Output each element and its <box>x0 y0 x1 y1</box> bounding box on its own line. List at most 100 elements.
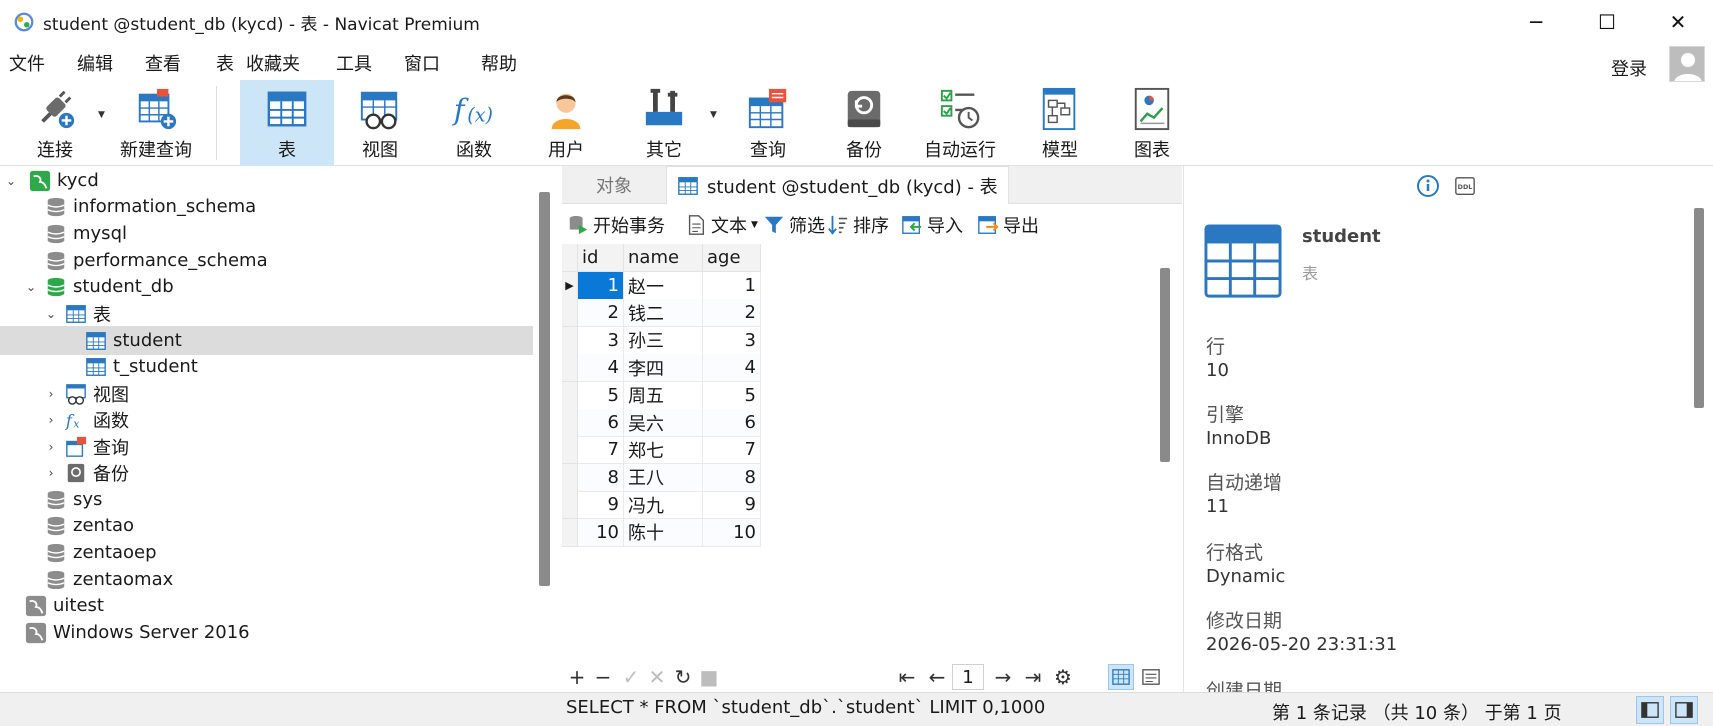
cell-age[interactable]: 9 <box>703 491 761 520</box>
backup-button[interactable]: 备份 <box>820 80 908 166</box>
cell-age[interactable]: 4 <box>703 354 761 383</box>
tree-item-windows-server-2016[interactable]: Windows Server 2016 <box>24 618 250 647</box>
menu-tools[interactable]: 工具 <box>336 50 372 76</box>
connection-button[interactable]: 连接 <box>22 80 88 166</box>
table-row[interactable]: 3 孙三 3 <box>562 326 770 355</box>
model-button[interactable]: 模型 <box>1016 80 1104 166</box>
tree-item-sys[interactable]: sys <box>44 485 102 514</box>
row-header[interactable] <box>562 518 578 547</box>
column-header-id[interactable]: id <box>578 244 624 272</box>
sort-button[interactable]: 排序 <box>826 212 889 238</box>
tree-item-t-student[interactable]: t_student <box>84 352 198 381</box>
cell-age[interactable]: 6 <box>703 409 761 437</box>
begin-transaction-button[interactable]: 开始事务 <box>566 212 665 238</box>
text-button[interactable]: 文本 ▼ <box>684 212 758 238</box>
tree-item-mysql[interactable]: mysql <box>44 219 127 248</box>
table-row[interactable]: ▶ 1 赵一 1 <box>562 272 770 300</box>
cell-name[interactable]: 钱二 <box>624 299 703 328</box>
cell-name[interactable]: 吴六 <box>624 409 703 437</box>
tree-item-student[interactable]: student <box>0 326 533 355</box>
table-row[interactable]: 2 钱二 2 <box>562 299 770 328</box>
menu-view[interactable]: 查看 <box>145 50 181 76</box>
cell-name[interactable]: 李四 <box>624 354 703 383</box>
cell-age[interactable]: 1 <box>703 272 761 300</box>
first-page-icon[interactable]: ⇤ <box>894 664 920 690</box>
row-header[interactable] <box>562 381 578 410</box>
stop-icon[interactable]: ■ <box>696 664 722 690</box>
table-row[interactable]: 4 李四 4 <box>562 354 770 383</box>
other-button[interactable]: 其它 <box>620 80 708 166</box>
cell-id[interactable]: 3 <box>578 326 624 355</box>
cell-id[interactable]: 5 <box>578 381 624 410</box>
chevron-right-icon[interactable]: › <box>44 413 58 427</box>
table-row[interactable]: 5 周五 5 <box>562 381 770 410</box>
menu-window[interactable]: 窗口 <box>404 50 440 76</box>
cell-age[interactable]: 5 <box>703 381 761 410</box>
maximize-button[interactable]: ☐ <box>1572 0 1642 44</box>
row-header[interactable] <box>562 326 578 355</box>
close-window-button[interactable]: ✕ <box>1643 0 1713 44</box>
filter-button[interactable]: 筛选 <box>762 212 825 238</box>
table-row[interactable]: 7 郑七 7 <box>562 436 770 465</box>
cell-age[interactable]: 2 <box>703 299 761 328</box>
avatar[interactable] <box>1669 46 1705 82</box>
tree-item-tables[interactable]: ⌄ 表 <box>44 299 111 328</box>
column-header-name[interactable]: name <box>624 244 703 272</box>
chevron-right-icon[interactable]: › <box>44 466 58 480</box>
chevron-down-icon[interactable]: ⌄ <box>24 280 38 294</box>
cell-id[interactable]: 1 <box>578 272 624 300</box>
function-button[interactable]: f (x) 函数 <box>430 80 518 166</box>
new-query-button[interactable]: 新建查询 <box>112 80 200 166</box>
info-scrollbar[interactable] <box>1694 208 1704 408</box>
cell-id[interactable]: 9 <box>578 491 624 520</box>
query-button[interactable]: 查询 <box>724 80 812 166</box>
cell-name[interactable]: 王八 <box>624 463 703 492</box>
last-page-icon[interactable]: ⇥ <box>1020 664 1046 690</box>
right-panel-toggle-icon[interactable] <box>1670 696 1698 724</box>
menu-edit[interactable]: 编辑 <box>77 50 113 76</box>
menu-table[interactable]: 表 <box>216 50 234 76</box>
ddl-icon[interactable]: DDL <box>1454 175 1476 202</box>
table-row[interactable]: 8 王八 8 <box>562 463 770 492</box>
form-view-icon[interactable] <box>1138 664 1164 690</box>
grid-scrollbar[interactable] <box>1160 268 1170 462</box>
cell-name[interactable]: 郑七 <box>624 436 703 465</box>
schedule-button[interactable]: 自动运行 <box>908 80 1012 166</box>
refresh-icon[interactable]: ↻ <box>670 664 696 690</box>
menu-favorites[interactable]: 收藏夹 <box>246 50 300 76</box>
import-button[interactable]: 导入 <box>900 212 963 238</box>
cell-name[interactable]: 陈十 <box>624 518 703 547</box>
export-button[interactable]: 导出 <box>976 212 1039 238</box>
chevron-right-icon[interactable]: › <box>44 440 58 454</box>
cell-id[interactable]: 6 <box>578 409 624 437</box>
page-number-input[interactable]: 1 <box>952 664 984 690</box>
tree-item-queries[interactable]: › 查询 <box>44 432 129 461</box>
table-row[interactable]: 10 陈十 10 <box>562 518 770 547</box>
row-header[interactable] <box>562 463 578 492</box>
chart-button[interactable]: 图表 <box>1108 80 1196 166</box>
add-record-icon[interactable]: + <box>564 664 590 690</box>
row-header[interactable] <box>562 354 578 383</box>
cell-age[interactable]: 3 <box>703 326 761 355</box>
chevron-down-icon[interactable]: ⌄ <box>4 174 18 188</box>
column-header-age[interactable]: age <box>703 244 761 272</box>
tree-item-zentaoep[interactable]: zentaoep <box>44 538 157 567</box>
user-button[interactable]: 用户 <box>522 80 610 166</box>
previous-page-icon[interactable]: ← <box>924 664 950 690</box>
minimize-button[interactable]: ─ <box>1501 0 1571 44</box>
cell-name[interactable]: 冯九 <box>624 491 703 520</box>
tree-item-views[interactable]: › 视图 <box>44 379 129 408</box>
login-link[interactable]: 登录 <box>1611 55 1647 81</box>
tree-item-zentao[interactable]: zentao <box>44 511 134 540</box>
tree-item-student-db[interactable]: ⌄ student_db <box>24 272 174 301</box>
row-header[interactable] <box>562 491 578 520</box>
tree-item-zentaomax[interactable]: zentaomax <box>44 565 173 594</box>
tab-student-table[interactable]: student @student_db (kycd) - 表 <box>666 166 1009 204</box>
menu-file[interactable]: 文件 <box>9 50 45 76</box>
info-icon[interactable] <box>1416 174 1440 203</box>
current-row-marker-icon[interactable]: ▶ <box>562 272 578 300</box>
menu-help[interactable]: 帮助 <box>481 50 517 76</box>
delete-record-icon[interactable]: − <box>590 664 616 690</box>
tree-item-uitest[interactable]: uitest <box>24 591 104 620</box>
cell-age[interactable]: 10 <box>703 518 761 547</box>
